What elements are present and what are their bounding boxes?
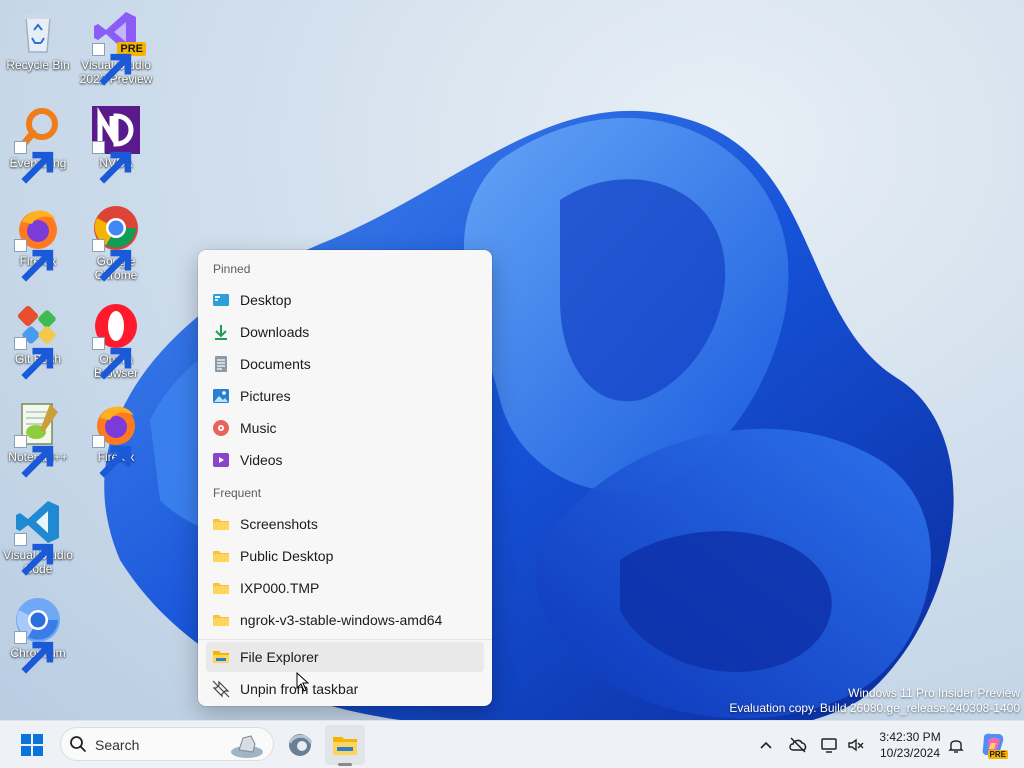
everything-search-icon (14, 106, 62, 184)
file-explorer-icon (212, 648, 230, 666)
copilot-preview-badge: PRE (987, 750, 1008, 759)
desktop-folder-icon (212, 291, 230, 309)
shortcut-arrow-icon (14, 533, 54, 576)
frequent-header: Frequent (213, 486, 262, 500)
desktop-icon-firefox[interactable]: Firefox (0, 204, 76, 282)
shortcut-arrow-icon (92, 239, 132, 282)
file-explorer-icon (333, 737, 357, 755)
folder-icon (212, 579, 230, 597)
notepad-plus-plus-icon (14, 400, 62, 478)
jumplist-item-documents[interactable]: Documents (206, 349, 484, 379)
nvda-icon (92, 106, 140, 184)
jumplist-item-screenshots[interactable]: Screenshots (206, 509, 484, 539)
chevron-up-icon (760, 741, 772, 749)
shortcut-arrow-icon (14, 631, 54, 674)
shortcut-arrow-icon (92, 43, 132, 86)
firefox-icon (14, 204, 62, 282)
speaker-muted-icon (848, 738, 864, 752)
recycle-bin-icon (14, 8, 62, 56)
copilot-button[interactable]: PRE (980, 731, 1008, 759)
shortcut-arrow-icon (92, 337, 132, 380)
network-tray-button[interactable] (820, 735, 840, 755)
folder-icon (212, 547, 230, 565)
edge-icon (288, 734, 313, 756)
desktop-icon-nvda[interactable]: NVDA (78, 106, 154, 184)
search-placeholder: Search (95, 737, 140, 753)
shortcut-arrow-icon (14, 337, 54, 380)
watermark-line-1: Windows 11 Pro Insider Preview (848, 686, 1020, 700)
opera-icon (92, 302, 140, 380)
notifications-button[interactable] (946, 735, 966, 755)
desktop-icon-google-chrome[interactable]: Google Chrome (78, 204, 154, 282)
taskbar-edge-canary-button[interactable] (280, 725, 320, 765)
jumplist-separator (198, 639, 492, 640)
file-explorer-jump-list: Pinned Desktop Downloads Documents Pictu… (198, 250, 492, 706)
chromium-icon (14, 596, 62, 674)
clock-time: 3:42:30 PM (879, 730, 941, 744)
desktop-icon-chromium[interactable]: Chromium (0, 596, 76, 674)
vscode-icon (14, 498, 62, 576)
evaluation-watermark: Windows 11 Pro Insider Preview Evaluatio… (729, 686, 1020, 716)
search-highlight-icon (231, 735, 263, 758)
folder-icon (212, 611, 230, 629)
downloads-icon (212, 323, 230, 341)
desktop-icon-visual-studio-code[interactable]: Visual Studio Code (0, 498, 76, 576)
show-hidden-icons-button[interactable] (756, 735, 776, 755)
folder-icon (212, 515, 230, 533)
desktop-icon-visual-studio-2022-preview[interactable]: PRE Visual Studio 2022 Preview (78, 8, 154, 86)
shortcut-arrow-icon (14, 141, 54, 184)
videos-icon (212, 451, 230, 469)
shortcut-arrow-icon (14, 435, 54, 478)
jumplist-item-desktop[interactable]: Desktop (206, 285, 484, 315)
chrome-icon (92, 204, 140, 282)
taskbar: Search 3:42:30 PM 10/23/2024 PRE (0, 720, 1024, 768)
bell-icon (948, 740, 964, 753)
start-button[interactable] (12, 725, 52, 765)
git-bash-icon (14, 302, 62, 380)
jumplist-action-file-explorer[interactable]: File Explorer (206, 642, 484, 672)
jumplist-item-ixp000-tmp[interactable]: IXP000.TMP (206, 573, 484, 603)
music-icon (212, 419, 230, 437)
firefox-icon (92, 400, 140, 478)
windows-logo-icon (21, 734, 43, 756)
shortcut-arrow-icon (14, 239, 54, 282)
jumplist-item-public-desktop[interactable]: Public Desktop (206, 541, 484, 571)
documents-icon (212, 355, 230, 373)
active-app-indicator (338, 763, 352, 766)
pictures-icon (212, 387, 230, 405)
taskbar-file-explorer-button[interactable] (325, 725, 365, 765)
desktop-icon-git-bash[interactable]: Git Bash (0, 302, 76, 380)
network-icon (821, 738, 837, 753)
jumplist-item-downloads[interactable]: Downloads (206, 317, 484, 347)
unpin-icon (212, 680, 230, 698)
desktop-icon-notepad-plus-plus[interactable]: Notepad++ (0, 400, 76, 478)
search-icon (70, 736, 86, 752)
watermark-line-2: Evaluation copy. Build 26080.ge_release.… (729, 701, 1020, 715)
cloud-offline-icon (789, 737, 807, 753)
desktop-icon-recycle-bin[interactable]: Recycle Bin (0, 8, 76, 72)
jumplist-item-ngrok[interactable]: ngrok-v3-stable-windows-amd64 (206, 605, 484, 635)
shortcut-arrow-icon (92, 141, 132, 184)
desktop-icon-firefox-2[interactable]: Firefox (78, 400, 154, 478)
jumplist-item-videos[interactable]: Videos (206, 445, 484, 475)
taskbar-search-box[interactable]: Search (60, 727, 274, 761)
mouse-cursor-icon (296, 672, 310, 692)
pinned-header: Pinned (213, 262, 251, 276)
desktop-icon-opera-browser[interactable]: Opera Browser (78, 302, 154, 380)
desktop-icon-everything[interactable]: Everything (0, 106, 76, 184)
taskbar-clock[interactable]: 3:42:30 PM 10/23/2024 (874, 729, 946, 761)
onedrive-tray-button[interactable] (788, 735, 808, 755)
shortcut-arrow-icon (92, 435, 132, 478)
jumplist-item-music[interactable]: Music (206, 413, 484, 443)
jumplist-item-pictures[interactable]: Pictures (206, 381, 484, 411)
visual-studio-icon: PRE (92, 8, 146, 86)
clock-date: 10/23/2024 (879, 746, 941, 760)
jumplist-action-unpin[interactable]: Unpin from taskbar (206, 674, 484, 704)
volume-tray-button[interactable] (846, 735, 866, 755)
